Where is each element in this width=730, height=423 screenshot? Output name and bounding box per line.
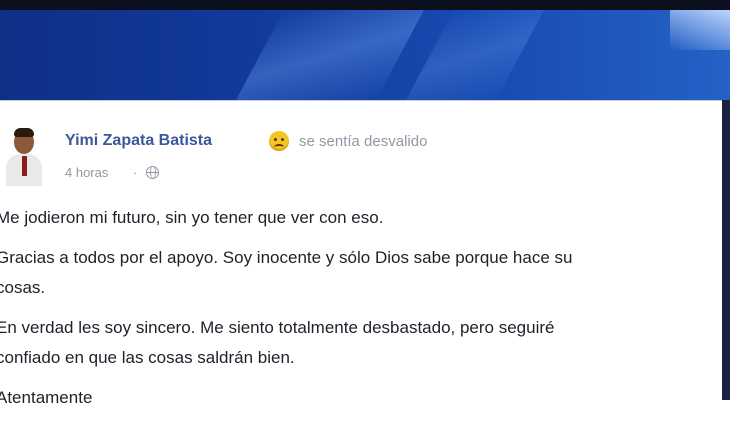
sad-face-icon [269, 131, 289, 151]
globe-icon[interactable] [146, 166, 159, 179]
post-paragraph: Atentamente [0, 388, 93, 407]
emoji-eye [274, 138, 277, 141]
cover-decoration [406, 10, 544, 100]
post-feeling: se sentía desvalido [299, 133, 428, 150]
post-timestamp[interactable]: 4 horas [65, 165, 108, 180]
post-paragraph: Me jodieron mi futuro, sin yo tener que … [0, 208, 384, 227]
post-paragraph: En verdad les soy sincero. Me siento tot… [0, 318, 555, 367]
cover-decoration [236, 10, 424, 100]
author-avatar[interactable] [2, 128, 46, 186]
post-body: Me jodieron mi futuro, sin yo tener que … [0, 203, 720, 423]
post-paragraph: Gracias a todos por el apoyo. Soy inocen… [0, 248, 573, 297]
avatar-tie [22, 156, 27, 176]
cover-decoration [670, 10, 730, 50]
avatar-hair [14, 128, 34, 137]
background-edge [722, 100, 730, 400]
meta-separator: · [133, 165, 138, 180]
cover-photo[interactable] [0, 10, 730, 100]
post-author-name[interactable]: Yimi Zapata Batista [65, 132, 212, 150]
emoji-mouth [274, 144, 284, 150]
emoji-eye [281, 138, 284, 141]
